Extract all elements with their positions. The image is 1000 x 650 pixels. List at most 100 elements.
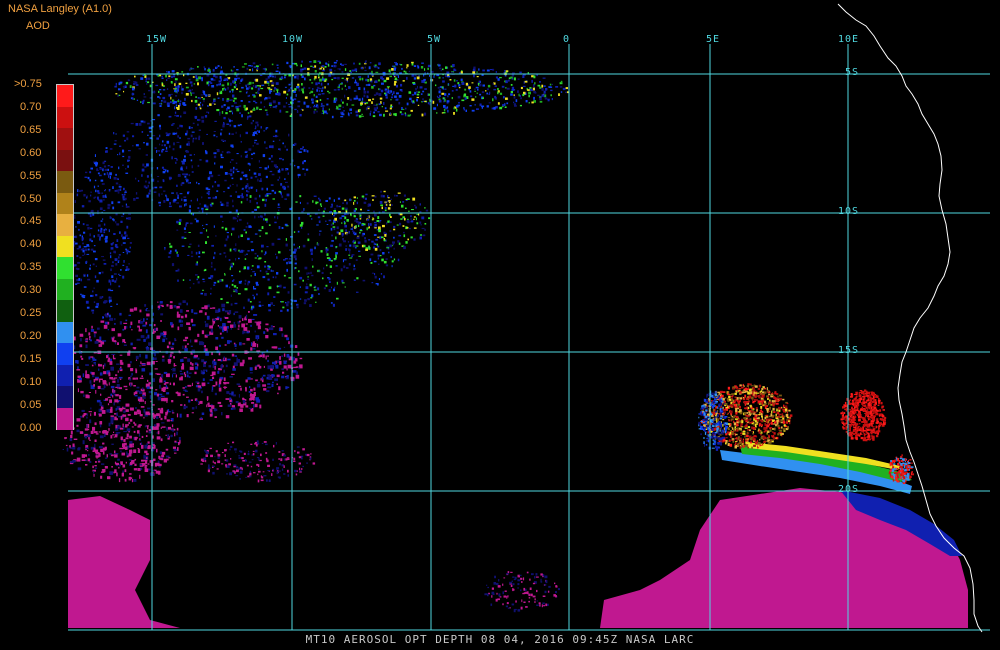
aerosol-pixel <box>317 60 320 63</box>
aerosol-pixel <box>236 383 240 386</box>
aerosol-pixel <box>290 87 292 89</box>
aerosol-pixel <box>183 339 187 342</box>
aerosol-pixel <box>706 399 709 401</box>
aerosol-pixel <box>256 130 259 132</box>
aerosol-pixel <box>284 76 286 79</box>
aerosol-pixel <box>277 203 280 206</box>
aerosol-pixel <box>715 445 717 449</box>
aerosol-pixel <box>251 153 253 156</box>
aerosol-pixel <box>399 111 402 114</box>
aerosol-pixel <box>746 412 749 414</box>
aerosol-pixel <box>756 440 759 442</box>
aerosol-pixel <box>253 404 255 408</box>
aerosol-pixel <box>295 374 300 379</box>
aerosol-pixel <box>332 222 334 225</box>
aerosol-pixel <box>725 433 727 436</box>
aerosol-pixel <box>283 105 286 108</box>
aerosol-pixel <box>311 258 313 261</box>
aerosol-pixel <box>320 82 323 86</box>
aerosol-pixel <box>343 220 346 223</box>
aerosol-pixel <box>519 94 521 98</box>
aerosol-pixel <box>264 97 268 100</box>
aerosol-pixel <box>858 415 861 419</box>
aerosol-pixel <box>271 145 274 149</box>
aerosol-pixel <box>128 79 131 81</box>
aerosol-pixel <box>125 403 130 407</box>
aerosol-pixel <box>222 308 225 312</box>
aerosol-pixel <box>531 101 534 104</box>
aerosol-pixel <box>136 338 141 341</box>
aerosol-pixel <box>239 82 241 84</box>
aerosol-pixel <box>194 218 197 220</box>
aerosol-pixel <box>344 68 347 71</box>
aerosol-pixel <box>286 309 289 312</box>
aerosol-pixel <box>866 424 870 427</box>
aerosol-pixel <box>266 187 268 191</box>
aerosol-pixel <box>110 385 115 389</box>
aerosol-pixel <box>511 89 515 91</box>
aerosol-pixel <box>137 396 141 399</box>
aerosol-pixel <box>81 357 84 360</box>
aerosol-pixel <box>318 293 320 295</box>
aerosol-pixel <box>265 127 267 130</box>
aerosol-pixel <box>356 97 359 100</box>
aerosol-pixel <box>240 155 242 158</box>
aerosol-pixel <box>303 208 305 211</box>
aerosol-pixel <box>855 434 858 437</box>
aerosol-pixel <box>232 368 236 371</box>
aerosol-pixel <box>753 418 755 421</box>
aerosol-pixel <box>390 105 392 108</box>
aerosol-pixel <box>288 88 291 92</box>
aerosol-pixel <box>217 401 222 404</box>
aerosol-pixel <box>234 311 239 313</box>
aerosol-pixel <box>706 416 710 418</box>
aerosol-pixel <box>139 320 144 324</box>
aerosol-pixel <box>157 301 159 303</box>
aerosol-pixel <box>183 389 187 391</box>
aerosol-pixel <box>244 288 248 291</box>
aerosol-pixel <box>181 320 183 323</box>
aerosol-pixel <box>308 87 311 89</box>
aerosol-pixel <box>422 100 425 102</box>
aerosol-pixel <box>322 107 324 111</box>
aerosol-pixel <box>114 85 117 88</box>
aerosol-pixel <box>314 65 317 68</box>
aerosol-pixel <box>383 102 385 105</box>
aerosol-pixel <box>721 406 724 408</box>
aerosol-pixel <box>220 365 223 369</box>
aerosol-pixel <box>186 143 188 146</box>
aerosol-pixel <box>248 357 252 360</box>
aerosol-pixel <box>167 71 170 74</box>
aerosol-pixel <box>231 177 234 180</box>
aerosol-pixel <box>383 231 386 235</box>
aerosol-pixel <box>173 305 177 308</box>
aerosol-pixel <box>188 246 191 248</box>
aerosol-pixel <box>226 204 229 207</box>
aerosol-pixel <box>766 422 769 424</box>
aerosol-pixel <box>210 174 214 178</box>
aerosol-pixel <box>389 107 392 110</box>
aerosol-pixel <box>123 90 125 93</box>
aerosol-pixel <box>138 402 140 404</box>
aerosol-pixel <box>720 412 722 415</box>
aerosol-pixel <box>301 75 304 78</box>
aerosol-pixel <box>232 94 235 98</box>
aerosol-pixel <box>179 370 182 372</box>
aerosol-pixel <box>735 433 738 436</box>
aerosol-pixel <box>342 259 344 263</box>
aerosol-pixel <box>850 393 853 396</box>
aerosol-pixel <box>301 60 303 63</box>
aerosol-pixel <box>278 139 281 141</box>
aerosol-pixel <box>870 414 873 417</box>
aerosol-pixel <box>206 315 210 320</box>
aerosol-pixel <box>162 171 166 174</box>
aerosol-pixel <box>178 218 182 222</box>
aerosol-pixel <box>715 396 718 398</box>
aerosol-pixel <box>152 119 156 121</box>
aerosol-pixel <box>721 437 724 440</box>
aerosol-pixel <box>754 414 757 417</box>
aerosol-pixel <box>278 347 282 350</box>
aerosol-pixel <box>471 109 475 112</box>
aerosol-pixel <box>495 71 497 73</box>
aerosol-pixel <box>741 426 744 428</box>
